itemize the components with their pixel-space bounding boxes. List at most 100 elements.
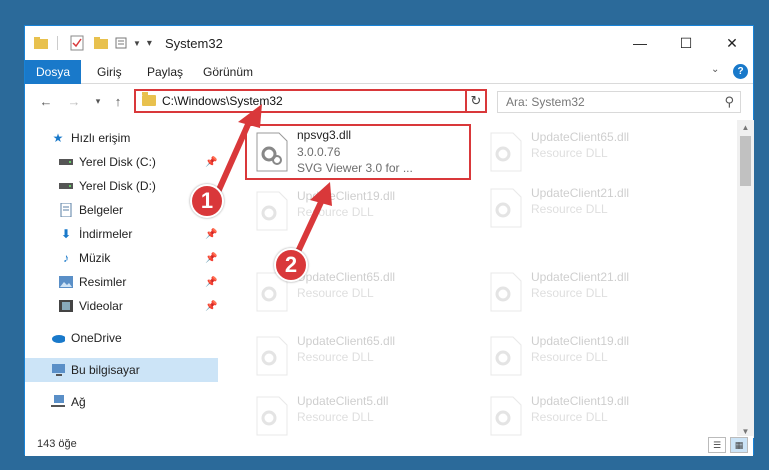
maximize-button[interactable]: ☐	[663, 26, 709, 60]
sidebar-item-onedrive[interactable]: OneDrive	[25, 326, 218, 350]
sidebar-item-label: OneDrive	[71, 331, 122, 345]
file-type: Resource DLL	[531, 202, 608, 216]
folder-icon[interactable]	[33, 36, 49, 50]
vertical-scrollbar[interactable]: ▲ ▼	[737, 120, 754, 438]
callout-two: 2	[274, 248, 308, 282]
file-name: UpdateClient19.dll	[531, 334, 630, 348]
sidebar-item-label: Müzik	[79, 251, 111, 265]
tab-view[interactable]: Görünüm	[193, 60, 263, 84]
window-title: System32	[165, 36, 223, 51]
sidebar-item-label: Resimler	[79, 275, 127, 289]
sidebar-item-videos[interactable]: Videolar 📌	[25, 294, 218, 318]
forward-arrow-icon[interactable]: →	[65, 92, 83, 110]
file-type: Resource DLL	[297, 205, 374, 219]
dll-file-icon	[490, 336, 522, 376]
customize-icon[interactable]	[115, 36, 131, 50]
file-name: UpdateClient65.dll	[297, 270, 396, 284]
sidebar-item-this-pc[interactable]: Bu bilgisayar	[25, 358, 218, 382]
file-name: UpdateClient19.dll	[297, 189, 396, 203]
help-icon[interactable]: ?	[733, 64, 748, 79]
up-arrow-icon[interactable]: ↑	[109, 92, 127, 110]
pin-icon[interactable]: 📌	[205, 277, 217, 288]
search-input[interactable]: Ara: System32 ⚲	[497, 91, 741, 113]
sidebar-item-label: Yerel Disk (D:)	[79, 179, 156, 193]
ribbon-expand-icon[interactable]: ⌄	[711, 64, 719, 75]
minimize-button[interactable]: —	[617, 26, 663, 60]
file-item[interactable]: UpdateClient65.dll Resource DLL	[481, 126, 711, 178]
address-bar[interactable]: C:\Windows\System32 ⌄	[134, 89, 486, 113]
file-item[interactable]: UpdateClient21.dll Resource DLL	[481, 182, 711, 234]
pin-toolbar-icon[interactable]: ▾	[147, 38, 152, 49]
pin-icon[interactable]: 📌	[205, 253, 217, 264]
sidebar-item-pictures[interactable]: Resimler 📌	[25, 270, 218, 294]
large-icons-view-button[interactable]: ▦	[730, 437, 748, 453]
file-item[interactable]: UpdateClient19.dll Resource DLL	[481, 330, 711, 382]
dll-file-icon	[256, 396, 288, 436]
new-folder-icon[interactable]	[93, 36, 109, 50]
scrollbar-thumb[interactable]	[740, 136, 751, 186]
item-count: 143 öğe	[37, 438, 77, 450]
file-item[interactable]: UpdateClient19.dll Resource DLL	[247, 185, 477, 237]
address-path[interactable]: C:\Windows\System32	[162, 94, 283, 108]
file-name: UpdateClient65.dll	[531, 130, 630, 144]
tab-home[interactable]: Giriş	[87, 60, 132, 84]
search-placeholder: Ara: System32	[506, 95, 585, 109]
status-bar: 143 öğe ☰ ▦	[25, 436, 753, 456]
pin-icon[interactable]: 📌	[205, 229, 217, 240]
network-icon	[51, 395, 65, 408]
pin-icon[interactable]: 📌	[205, 301, 217, 312]
file-item-npsvg3[interactable]: npsvg3.dll 3.0.0.76 SVG Viewer 3.0 for .…	[245, 124, 471, 180]
file-type: Resource DLL	[531, 286, 608, 300]
sidebar-item-quick-access[interactable]: ★ Hızlı erişim	[25, 126, 218, 150]
dll-file-icon	[256, 336, 288, 376]
file-item[interactable]: UpdateClient65.dll Resource DLL	[247, 330, 477, 382]
computer-icon	[51, 364, 65, 376]
sidebar-item-label: Yerel Disk (C:)	[79, 155, 156, 169]
back-arrow-icon[interactable]: ←	[37, 92, 55, 110]
file-item[interactable]: UpdateClient5.dll Resource DLL	[247, 390, 477, 438]
file-item[interactable]: UpdateClient21.dll Resource DLL	[481, 266, 711, 318]
dll-file-icon	[256, 132, 288, 172]
file-name: UpdateClient19.dll	[531, 394, 630, 408]
file-name: npsvg3.dll	[297, 128, 352, 142]
drive-icon	[59, 180, 73, 192]
details-view-button[interactable]: ☰	[708, 437, 726, 453]
properties-icon[interactable]	[69, 35, 85, 51]
pin-icon[interactable]: 📌	[205, 157, 217, 168]
scroll-up-icon[interactable]: ▲	[737, 120, 754, 134]
folder-icon	[142, 92, 156, 106]
dll-file-icon	[256, 191, 288, 231]
sidebar-item-label: Hızlı erişim	[71, 131, 131, 145]
sidebar-item-label: Videolar	[79, 299, 123, 313]
sidebar-item-local-disk-d[interactable]: Yerel Disk (D:)	[25, 174, 218, 198]
star-icon: ★	[52, 131, 64, 145]
file-list: npsvg3.dll 3.0.0.76 SVG Viewer 3.0 for .…	[225, 120, 737, 438]
quick-access-toolbar: ▼ ▾	[33, 35, 152, 51]
documents-icon	[59, 203, 73, 217]
sidebar-item-network[interactable]: Ağ	[25, 390, 218, 414]
sidebar-item-label: Ağ	[71, 395, 86, 409]
title-bar: ▼ ▾ System32 — ☐ ✕	[25, 26, 753, 60]
drive-icon	[59, 156, 73, 168]
recent-locations-icon[interactable]: ▾	[89, 92, 107, 110]
close-button[interactable]: ✕	[709, 26, 755, 60]
cloud-icon	[51, 332, 65, 344]
sidebar-item-music[interactable]: ♪ Müzik 📌	[25, 246, 218, 270]
sidebar-item-local-disk-c[interactable]: Yerel Disk (C:) 📌	[25, 150, 218, 174]
dll-file-icon	[490, 396, 522, 436]
file-type: Resource DLL	[297, 350, 374, 364]
search-icon[interactable]: ⚲	[724, 94, 734, 110]
file-name: UpdateClient65.dll	[297, 334, 396, 348]
dll-file-icon	[490, 132, 522, 172]
dropdown-arrow-icon[interactable]: ▼	[133, 39, 141, 48]
tab-file[interactable]: Dosya	[25, 60, 81, 84]
dll-file-icon	[490, 188, 522, 228]
navigation-pane: ★ Hızlı erişim Yerel Disk (C:) 📌 Yerel D…	[25, 120, 218, 438]
tab-share[interactable]: Paylaş	[137, 60, 193, 84]
sidebar-item-downloads[interactable]: ⬇ İndirmeler 📌	[25, 222, 218, 246]
file-version: 3.0.0.76	[297, 145, 341, 159]
refresh-icon: ↻	[470, 93, 482, 108]
callout-one: 1	[190, 184, 224, 218]
file-item[interactable]: UpdateClient19.dll Resource DLL	[481, 390, 711, 438]
refresh-button[interactable]: ↻	[465, 89, 487, 113]
